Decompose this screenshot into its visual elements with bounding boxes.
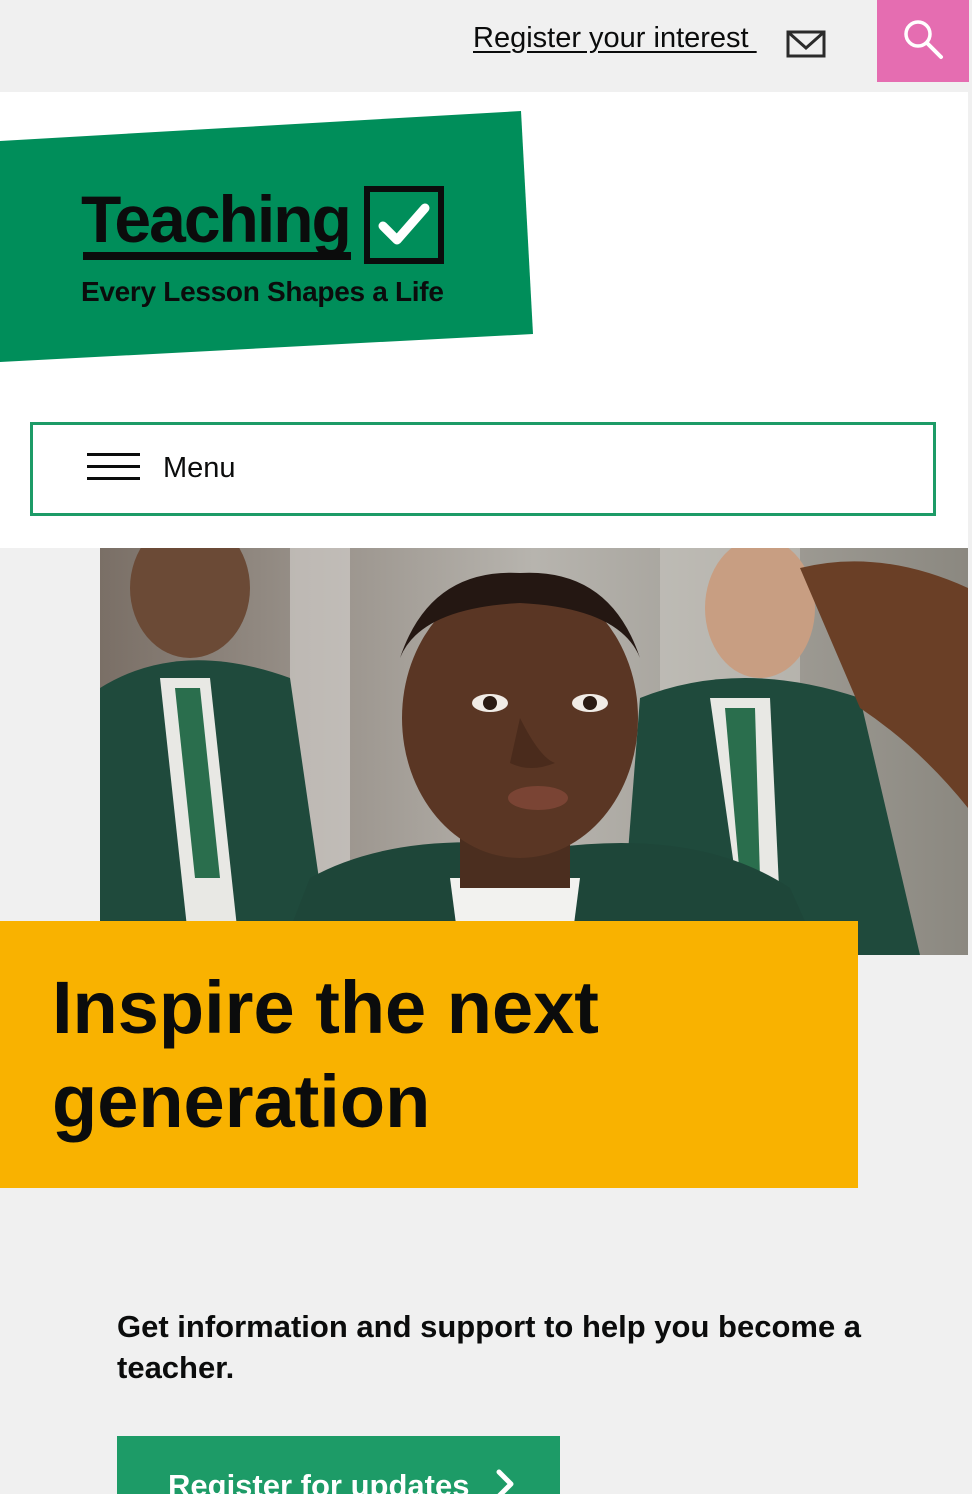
checkbox-tick-icon [364,186,444,264]
logo-underline [83,252,351,260]
site-header: Teaching Every Lesson Shapes a Life Menu [0,92,968,548]
cta-label: Register for updates [168,1468,470,1494]
intro-text: Get information and support to help you … [117,1309,862,1385]
register-interest-link[interactable]: Register your interest [473,22,757,55]
menu-label: Menu [163,452,236,484]
menu-button[interactable]: Menu [30,422,936,516]
logo-wordmark: Teaching [81,182,352,256]
mail-icon[interactable] [786,30,826,58]
hero-title-panel: Inspire the next generation [0,921,858,1188]
hamburger-icon [87,453,140,483]
utility-bar: Register your interest [0,0,972,92]
chevron-right-icon [494,1469,516,1494]
search-icon [901,17,945,66]
register-for-updates-button[interactable]: Register for updates [117,1436,560,1494]
hero-image [100,548,968,955]
search-button[interactable] [877,0,969,82]
logo-link[interactable]: Teaching Every Lesson Shapes a Life [0,109,535,364]
logo-tagline: Every Lesson Shapes a Life [81,276,444,307]
hero-title: Inspire the next generation [52,966,599,1143]
